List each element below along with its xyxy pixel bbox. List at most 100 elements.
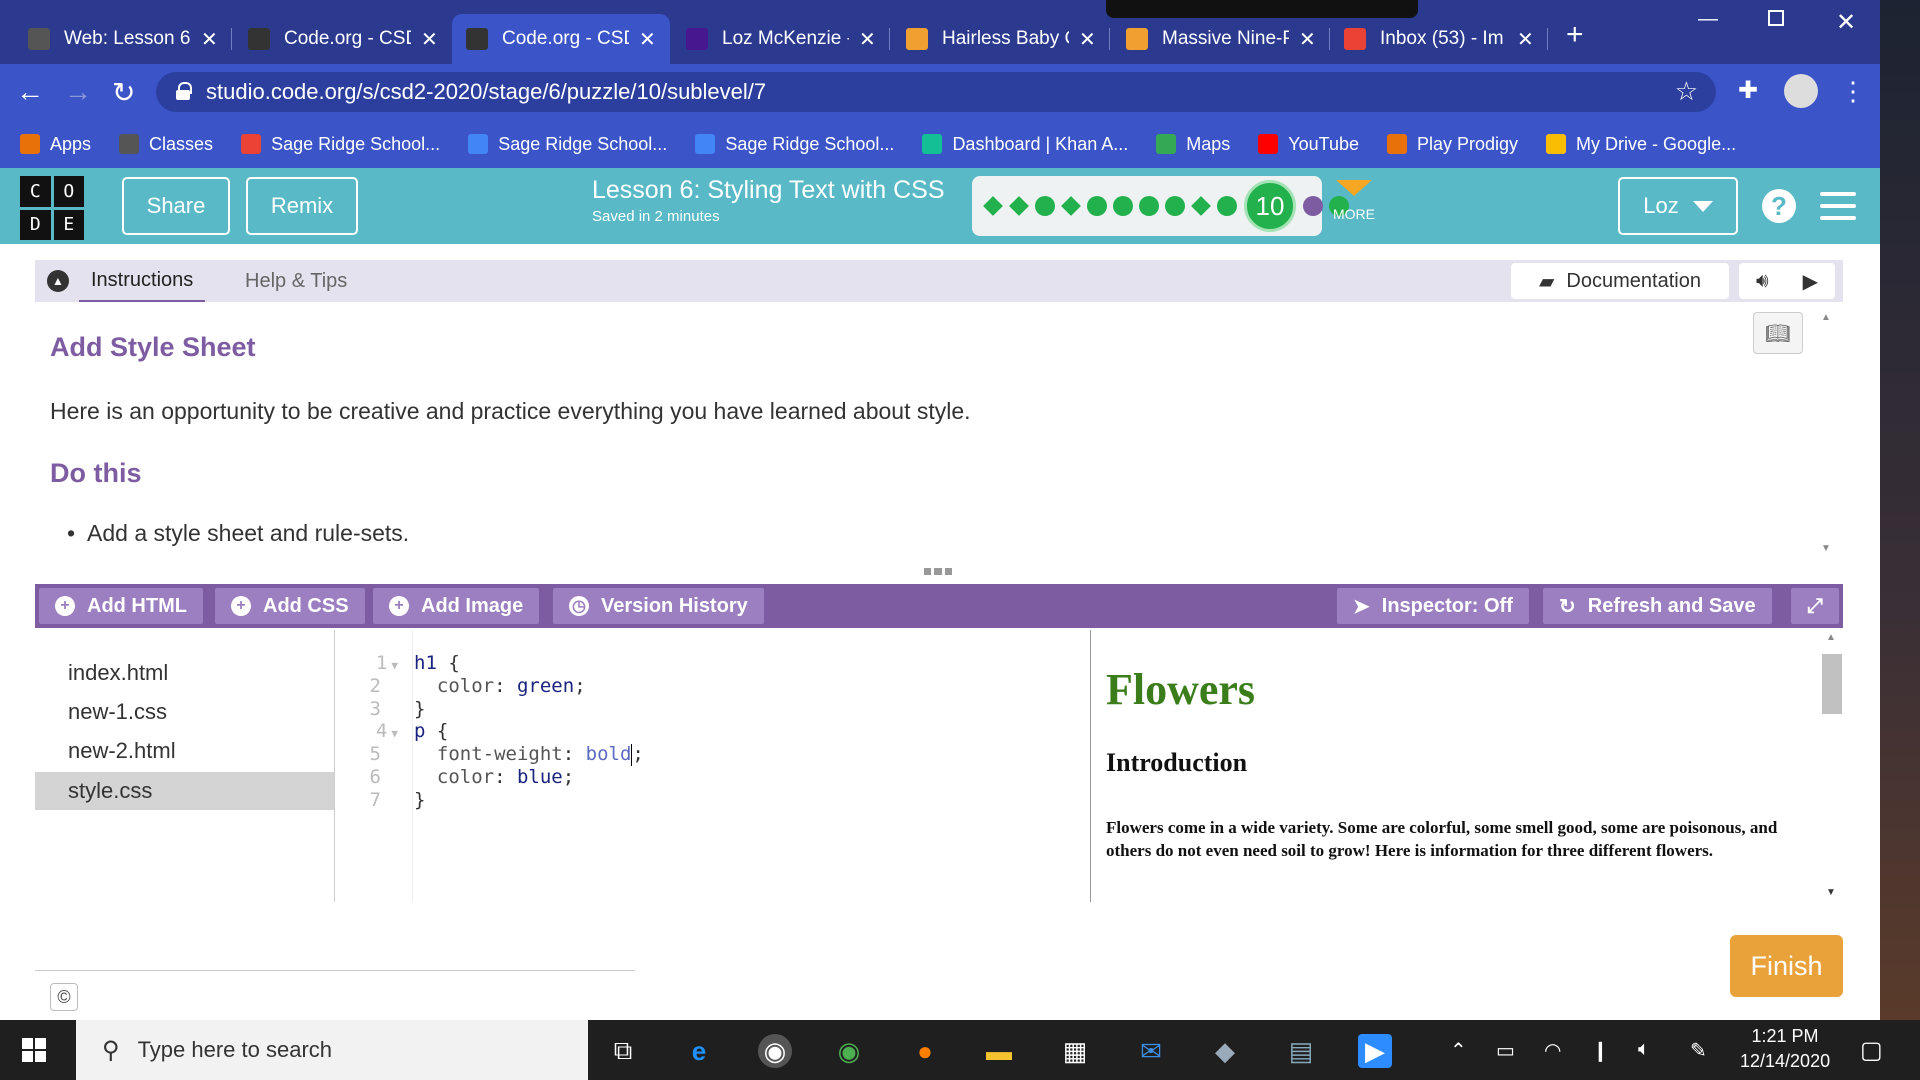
bookmark-star-icon[interactable]: ☆ [1675, 76, 1698, 107]
copyright-icon[interactable]: © [50, 983, 78, 1011]
user-menu-button[interactable]: Loz [1618, 177, 1738, 235]
chrome-icon[interactable]: ◉ [832, 1034, 866, 1068]
back-icon[interactable]: ← [16, 76, 44, 108]
code-line[interactable]: font-weight: bold; [414, 743, 644, 766]
browser-tab[interactable]: Code.org - CSD ✕ [234, 14, 452, 64]
progress-dot[interactable] [1035, 196, 1055, 216]
more-levels-button[interactable]: MORE [1332, 176, 1376, 222]
browser-tab[interactable]: Hairless Baby C ✕ [892, 14, 1110, 64]
notification-icon[interactable]: ▢ [1860, 1036, 1883, 1065]
file-explorer-icon[interactable]: ▬ [982, 1034, 1016, 1068]
bookmark-item[interactable]: Play Prodigy [1386, 134, 1518, 155]
zoom-icon[interactable]: ▶ [1358, 1034, 1392, 1068]
chrome-icon[interactable]: ◉ [758, 1034, 792, 1068]
refresh-save-button[interactable]: ↻ Refresh and Save [1543, 588, 1772, 624]
maximize-icon[interactable] [1768, 10, 1784, 26]
bookmark-item[interactable]: Sage Ridge School... [695, 134, 894, 155]
clock[interactable]: 1:21 PM 12/14/2020 [1740, 1024, 1830, 1074]
taskbar-search[interactable]: ⚲ Type here to search [76, 1020, 588, 1080]
firefox-icon[interactable]: ● [908, 1034, 942, 1068]
progress-dot[interactable] [1165, 196, 1185, 216]
bookmark-item[interactable]: Dashboard | Khan A... [922, 134, 1128, 155]
file-item[interactable]: new-1.css [35, 693, 334, 731]
progress-dot[interactable] [1087, 196, 1107, 216]
close-tab-icon[interactable]: ✕ [201, 27, 218, 52]
progress-dot[interactable] [1217, 196, 1237, 216]
browser-tab[interactable]: Web: Lesson 6: ✕ [14, 14, 232, 64]
close-tab-icon[interactable]: ✕ [859, 27, 876, 52]
bookmark-item[interactable]: Apps [20, 134, 91, 155]
close-tab-icon[interactable]: ✕ [421, 27, 438, 52]
add-css-button[interactable]: + Add CSS [215, 588, 365, 624]
code-line[interactable]: color: green; [414, 675, 586, 697]
file-item[interactable]: index.html [35, 654, 334, 692]
progress-diamond[interactable] [1009, 196, 1029, 216]
chrome-menu-icon[interactable]: ⋮ [1840, 76, 1866, 107]
extensions-icon[interactable]: ✚ [1738, 76, 1758, 105]
hamburger-menu-icon[interactable] [1820, 192, 1856, 228]
version-history-button[interactable]: ◷ Version History [553, 588, 764, 624]
help-icon[interactable]: ? [1762, 189, 1796, 223]
close-window-icon[interactable]: ✕ [1836, 8, 1856, 37]
browser-tab[interactable]: Massive Nine-P ✕ [1112, 14, 1330, 64]
resize-grip[interactable] [924, 568, 952, 575]
bookmark-item[interactable]: Sage Ridge School... [468, 134, 667, 155]
pen-icon[interactable]: ✎ [1690, 1038, 1707, 1063]
tab-help-tips[interactable]: Help & Tips [245, 260, 347, 302]
speaker-icon[interactable]: 🔊︎ [1756, 270, 1769, 293]
onedrive-icon[interactable]: ◆ [1208, 1034, 1242, 1068]
progress-dot[interactable] [1113, 196, 1133, 216]
scrollbar-thumb[interactable] [1822, 654, 1842, 714]
edge-icon[interactable]: e [682, 1034, 716, 1068]
browser-tab[interactable]: Loz McKenzie - ✕ [672, 14, 890, 64]
code-line[interactable]: h1 { [414, 652, 460, 674]
volume-icon[interactable]: 🔈︎ [1638, 1038, 1650, 1061]
close-tab-icon[interactable]: ✕ [639, 27, 656, 52]
inspector-button[interactable]: ➤ Inspector: Off [1337, 588, 1529, 624]
close-tab-icon[interactable]: ✕ [1517, 27, 1534, 52]
browser-tab[interactable]: Inbox (53) - Im ✕ [1330, 14, 1548, 64]
battery-icon[interactable]: ▭ [1496, 1038, 1515, 1063]
microphone-icon[interactable]: ❙ [1592, 1038, 1609, 1063]
add-image-button[interactable]: + Add Image [373, 588, 540, 624]
store-icon[interactable]: ▦ [1058, 1034, 1092, 1068]
progress-diamond[interactable] [983, 196, 1003, 216]
new-tab-button[interactable]: + [1566, 18, 1584, 52]
progress-dot[interactable] [1139, 196, 1159, 216]
bookmark-item[interactable]: YouTube [1258, 134, 1359, 155]
close-tab-icon[interactable]: ✕ [1299, 27, 1316, 52]
add-html-button[interactable]: + Add HTML [39, 588, 203, 624]
forward-icon[interactable]: → [64, 76, 92, 108]
finish-button[interactable]: Finish [1730, 935, 1843, 997]
file-item[interactable]: new-2.html [35, 732, 334, 770]
code-line[interactable]: } [414, 789, 425, 811]
bookmark-item[interactable]: Sage Ridge School... [241, 134, 440, 155]
share-button[interactable]: Share [122, 177, 230, 235]
reload-icon[interactable]: ↻ [112, 76, 135, 109]
bookmark-item[interactable]: My Drive - Google... [1546, 134, 1736, 155]
progress-dot-incomplete[interactable] [1303, 196, 1323, 216]
progress-diamond[interactable] [1061, 196, 1081, 216]
remix-button[interactable]: Remix [246, 177, 358, 235]
play-icon[interactable]: ▶ [1803, 269, 1818, 294]
codeorg-logo[interactable]: C O D E [20, 176, 84, 240]
instructions-scrollbar[interactable]: ▲ ▼ [1821, 310, 1835, 556]
code-editor[interactable]: h1 { color: green;} p { font-weight: bold… [414, 630, 1089, 902]
fullscreen-icon[interactable]: ⤢ [1791, 588, 1839, 624]
minimize-icon[interactable]: — [1698, 8, 1718, 31]
immersive-reader-icon[interactable]: 📖︎ [1753, 312, 1803, 354]
chevron-up-icon[interactable]: ⌃ [1450, 1038, 1467, 1063]
browser-tab[interactable]: Code.org - CSD ✕ [452, 14, 670, 64]
windows-start-icon[interactable] [22, 1038, 46, 1062]
wifi-icon[interactable]: ◠ [1544, 1038, 1561, 1063]
bookmark-item[interactable]: Classes [119, 134, 213, 155]
mail-icon[interactable]: ✉ [1134, 1034, 1168, 1068]
calculator-icon[interactable]: ▤ [1284, 1034, 1318, 1068]
bookmark-item[interactable]: Maps [1156, 134, 1230, 155]
progress-diamond[interactable] [1191, 196, 1211, 216]
task-view-icon[interactable]: ⧉ [606, 1034, 640, 1068]
code-line[interactable]: p { [414, 720, 448, 742]
collapse-icon[interactable]: ▲ [47, 270, 69, 292]
current-level-badge[interactable]: 10 [1244, 180, 1296, 232]
code-line[interactable]: color: blue; [414, 766, 574, 788]
